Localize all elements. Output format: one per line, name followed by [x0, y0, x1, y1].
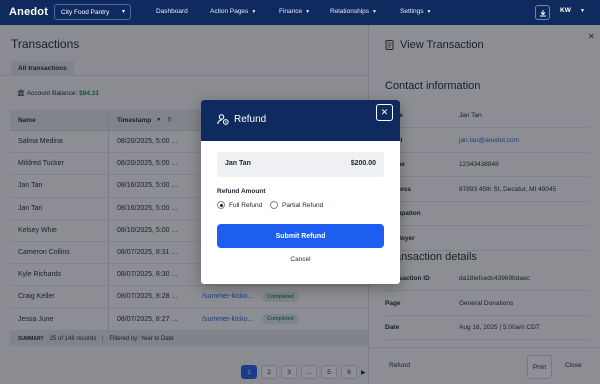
caret-down-icon[interactable]: ▼: [580, 8, 585, 14]
payee-amount: $200.00: [350, 160, 376, 167]
partial-refund-radio[interactable]: Partial Refund: [270, 201, 323, 209]
anedot-logo[interactable]: Anedot: [9, 6, 48, 18]
close-icon: ✕: [380, 107, 389, 117]
caret-down-icon: ▼: [372, 9, 377, 15]
download-icon: [539, 9, 546, 16]
caret-down-icon: ▼: [251, 9, 257, 15]
user-refund-icon: [217, 114, 229, 125]
radio-unselected-icon: [270, 201, 278, 209]
modal-title: Refund: [217, 114, 266, 125]
caret-down-icon: ▼: [305, 9, 311, 15]
full-refund-radio[interactable]: Full Refund: [217, 201, 262, 209]
cancel-link[interactable]: Cancel: [201, 256, 400, 263]
modal-close-button[interactable]: ✕: [376, 104, 393, 121]
nav-action-pages[interactable]: Action Pages ▼: [210, 8, 256, 15]
submit-refund-button[interactable]: Submit Refund: [217, 224, 384, 248]
nav-dashboard[interactable]: Dashboard: [156, 8, 188, 15]
organization-select-value: City Food Pantry: [61, 8, 110, 16]
radio-selected-icon: [217, 201, 225, 209]
chevron-down-icon: ▾: [121, 9, 125, 15]
download-button[interactable]: [535, 5, 550, 20]
payee-name: Jan Tan: [225, 160, 251, 167]
nav-relationships[interactable]: Relationships ▼: [330, 8, 377, 15]
top-navigation-bar: Anedot City Food Pantry ▾ Dashboard Acti…: [0, 0, 600, 25]
refund-payee: Jan Tan $200.00: [217, 152, 384, 177]
caret-down-icon: ▼: [426, 9, 432, 15]
refund-modal: Refund ✕ Jan Tan $200.00 Refund Amount F…: [201, 100, 400, 284]
user-avatar[interactable]: KW: [560, 7, 571, 14]
organization-select[interactable]: City Food Pantry ▾: [54, 4, 131, 20]
refund-amount-label: Refund Amount: [217, 188, 266, 195]
nav-finance[interactable]: Finance ▼: [279, 8, 310, 15]
modal-header: Refund ✕: [201, 100, 400, 141]
nav-settings[interactable]: Settings ▼: [400, 8, 431, 15]
